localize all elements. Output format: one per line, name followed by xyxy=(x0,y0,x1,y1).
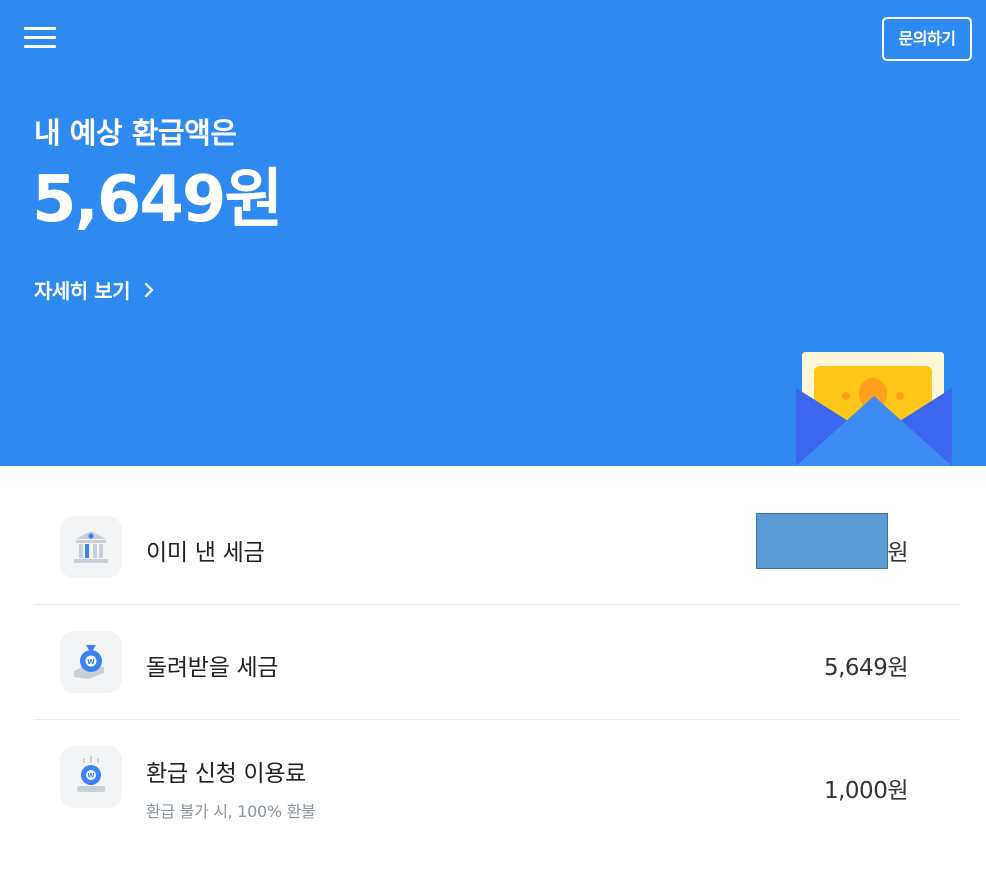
row-label: 돌려받을 세금 xyxy=(146,655,279,681)
tax-summary-list: 이미 낸 세금 원 W 돌려받을 세금 5,649원 W 환급 신청 이용료 환… xyxy=(34,490,960,834)
svg-text:W: W xyxy=(87,658,95,666)
refund-amount: 5,649원 xyxy=(32,163,283,237)
refund-subtitle: 내 예상 환급액은 xyxy=(34,116,237,150)
money-bag-hand-icon: W xyxy=(60,631,122,693)
chevron-right-icon xyxy=(144,282,154,297)
row-value: 원 xyxy=(887,540,908,566)
hero-section: 문의하기 내 예상 환급액은 5,649원 자세히 보기 xyxy=(0,0,986,466)
row-value: 5,649원 xyxy=(823,655,909,681)
inquiry-button[interactable]: 문의하기 xyxy=(882,17,972,61)
list-item-paid-tax: 이미 낸 세금 원 xyxy=(34,490,960,605)
hamburger-menu-icon[interactable] xyxy=(24,25,58,51)
row-label: 환급 신청 이용료 xyxy=(146,761,307,787)
coin-fee-icon: W xyxy=(60,746,122,808)
redacted-amount xyxy=(756,513,888,569)
svg-text:W: W xyxy=(87,772,94,780)
bank-icon xyxy=(60,516,122,578)
detail-link[interactable]: 자세히 보기 xyxy=(34,275,156,304)
row-value: 1,000원 xyxy=(823,778,909,804)
money-envelope-icon xyxy=(796,352,952,466)
row-label: 이미 낸 세금 xyxy=(146,540,265,566)
list-item-refund-tax: W 돌려받을 세금 5,649원 xyxy=(34,605,960,720)
row-sublabel: 환급 불가 시, 100% 환불 xyxy=(146,802,316,821)
detail-link-label: 자세히 보기 xyxy=(34,279,130,303)
list-item-service-fee: W 환급 신청 이용료 환급 불가 시, 100% 환불 1,000원 xyxy=(34,720,960,834)
